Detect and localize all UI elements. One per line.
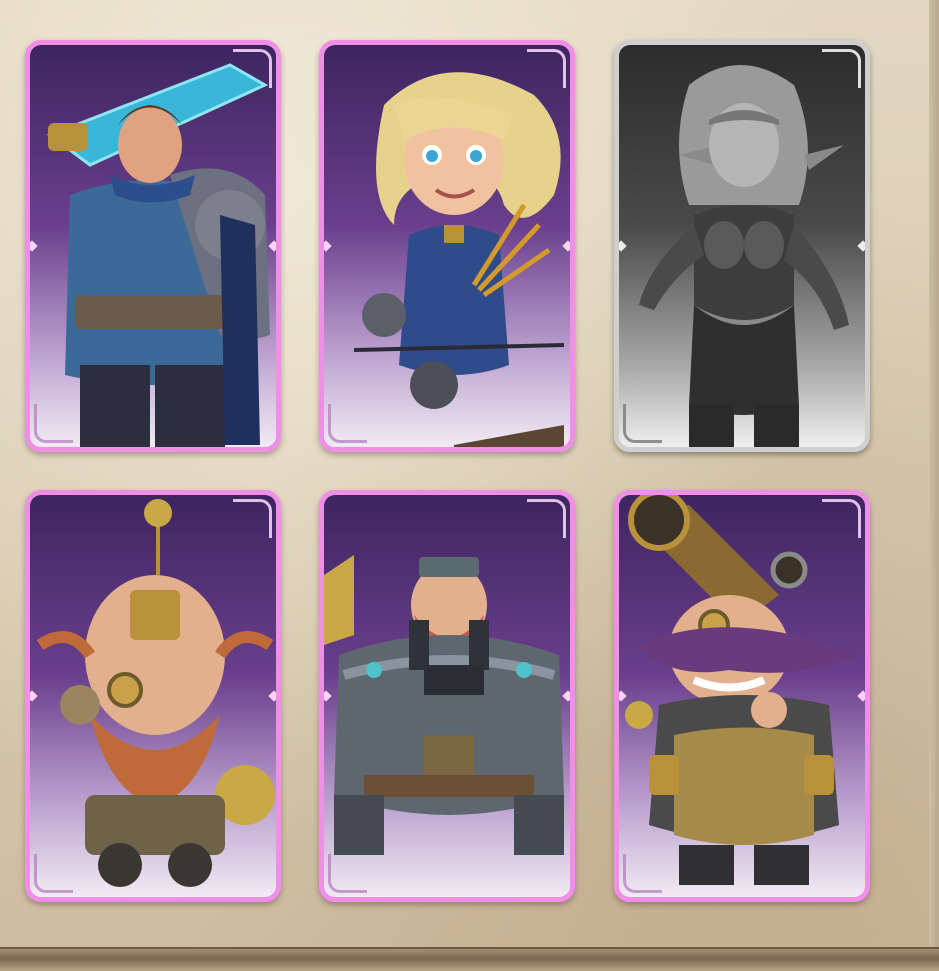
card-corner-ornament	[34, 854, 73, 893]
hero-card-knight[interactable]	[25, 40, 281, 452]
hero-card-engineer-dwarf[interactable]	[25, 490, 281, 902]
hero-card-mech-pilot-dwarf[interactable]	[319, 490, 575, 902]
card-corner-ornament	[623, 854, 662, 893]
engineer-dwarf-portrait	[36, 499, 275, 887]
card-corner-ornament	[328, 404, 367, 443]
archer-portrait	[353, 72, 565, 447]
hero-card-cannoneer-dwarf[interactable]	[614, 490, 870, 902]
elf-sorceress-portrait	[639, 65, 849, 447]
card-corner-ornament	[34, 404, 73, 443]
card-corner-ornament	[527, 49, 566, 88]
card-corner-ornament	[328, 854, 367, 893]
card-corner-ornament	[527, 499, 566, 538]
knight-portrait	[46, 63, 270, 447]
mech-pilot-dwarf-portrait	[324, 555, 564, 855]
card-corner-ornament	[233, 499, 272, 538]
panel-frame-bottom	[0, 947, 939, 971]
card-corner-ornament	[822, 499, 861, 538]
hero-card-archer[interactable]	[319, 40, 575, 452]
panel-frame-right	[929, 0, 939, 971]
card-corner-ornament	[623, 404, 662, 443]
card-corner-ornament	[822, 49, 861, 88]
cannoneer-dwarf-portrait	[625, 495, 859, 885]
hero-card-elf-sorceress[interactable]	[614, 40, 870, 452]
card-corner-ornament	[233, 49, 272, 88]
